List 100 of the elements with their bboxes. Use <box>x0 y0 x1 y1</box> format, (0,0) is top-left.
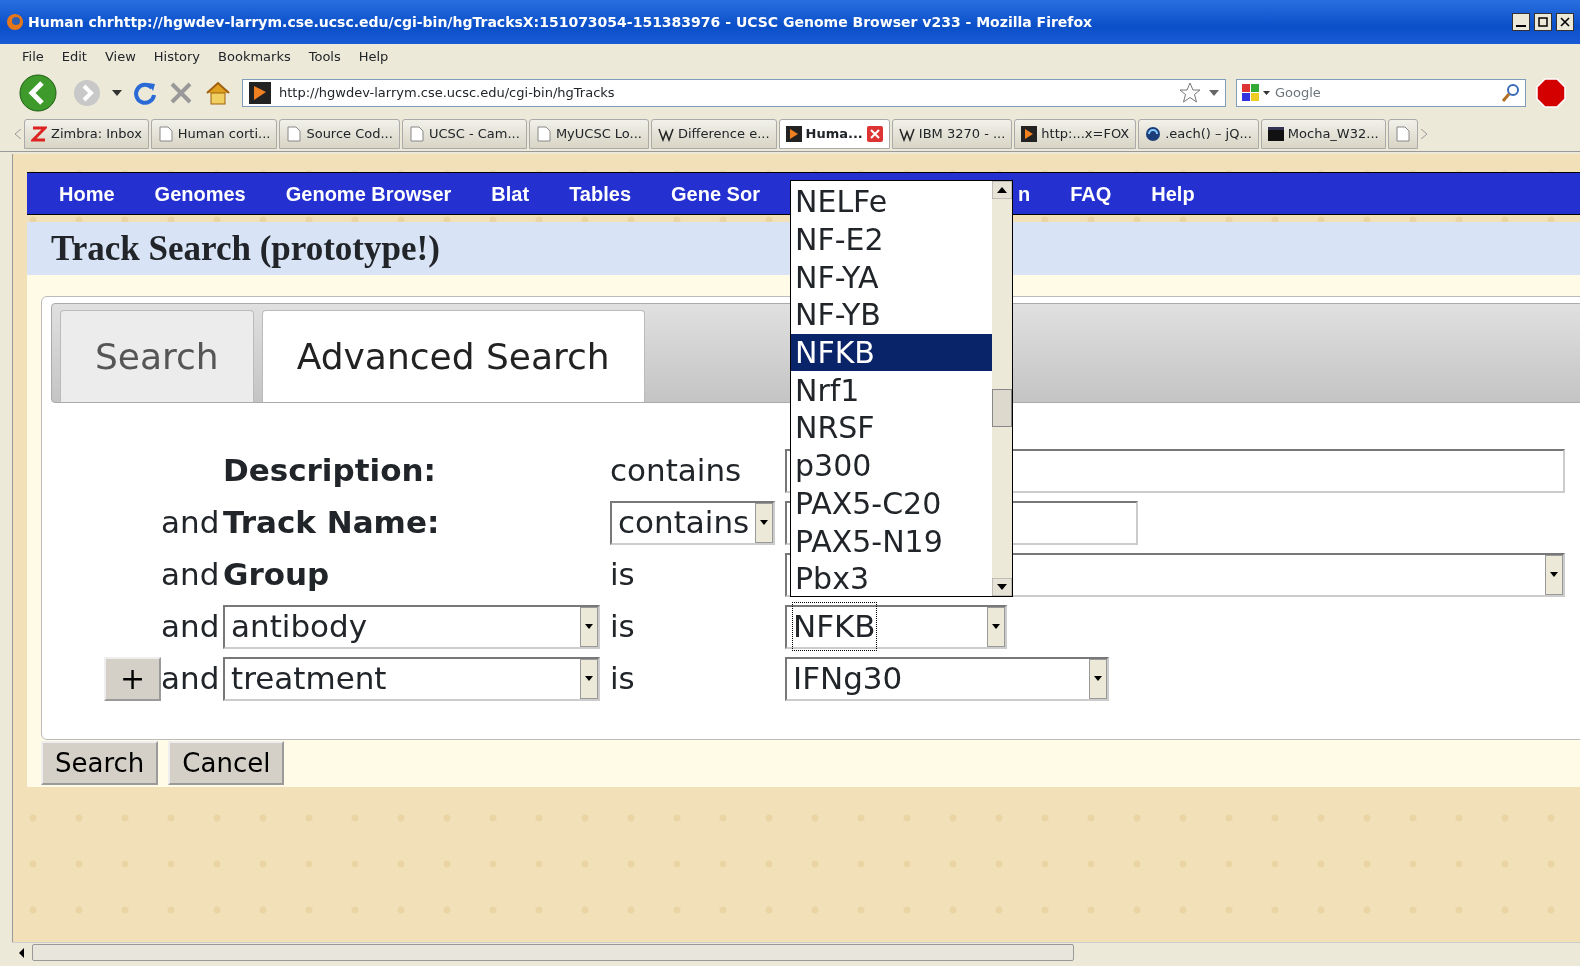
page-icon <box>535 125 552 142</box>
field-label: Description: <box>223 451 436 491</box>
browser-tab[interactable]: IBM 3270 - ... <box>891 118 1013 149</box>
browser-tab[interactable]: Source Cod... <box>279 118 400 149</box>
url-field[interactable]: http://hgwdev-larrym.cse.ucsc.edu/cgi-bin/hgTracks <box>242 79 1226 107</box>
menu-item[interactable]: Edit <box>61 47 87 67</box>
scrollbar-thumb[interactable] <box>32 944 1074 961</box>
nav-link[interactable]: Genomes <box>154 178 246 209</box>
home-icon[interactable] <box>204 80 232 106</box>
scroll-up-icon[interactable] <box>992 181 1012 199</box>
form-button[interactable]: Search <box>41 741 159 785</box>
nav-link[interactable]: Tables <box>569 178 631 209</box>
dropdown-option[interactable]: Nrf1 <box>791 371 992 410</box>
browser-tab[interactable]: http:...x=FOX <box>1014 118 1137 149</box>
nav-link[interactable]: Genome Browser <box>285 178 452 209</box>
dropdown-option[interactable]: PAX5-N19 <box>791 522 992 560</box>
menu-item[interactable]: Tools <box>308 47 341 67</box>
dropdown-option[interactable]: NF-E2 <box>791 220 992 259</box>
dropdown-option[interactable]: NFKB <box>791 333 992 372</box>
value-select[interactable]: NFKB <box>785 604 1007 649</box>
close-button[interactable] <box>1556 13 1574 31</box>
dropdown-option[interactable]: NF-YB <box>791 296 992 334</box>
dropdown-arrow-icon <box>1550 572 1558 577</box>
form-button[interactable]: Cancel <box>168 741 285 785</box>
swirl-icon <box>1145 125 1162 142</box>
firefox-icon <box>6 13 24 31</box>
field-label: Track Name: <box>223 503 440 543</box>
field-label: Group <box>223 555 330 595</box>
nav-link[interactable]: FAQ <box>1070 178 1112 209</box>
menu-item[interactable]: Help <box>358 47 389 67</box>
dropdown-arrow-icon[interactable] <box>1209 90 1219 96</box>
star-icon[interactable] <box>1179 82 1201 104</box>
dropdown-option[interactable]: NF-YA <box>791 258 992 297</box>
minimize-button[interactable] <box>1512 13 1530 31</box>
dropdown-arrow-icon <box>992 624 1000 629</box>
reload-icon[interactable] <box>132 80 158 106</box>
add-button[interactable]: + <box>104 656 161 701</box>
scrollbar[interactable] <box>992 181 1012 596</box>
scroll-down-icon[interactable] <box>992 578 1012 596</box>
browser-tab[interactable]: Mocha_W32... <box>1260 118 1386 149</box>
search-field[interactable]: Google <box>1236 79 1526 107</box>
tab[interactable]: Advanced Search <box>261 310 645 402</box>
browser-tab[interactable]: .each() – jQ... <box>1138 118 1259 149</box>
page-icon <box>408 125 425 142</box>
search-icon[interactable] <box>1501 83 1521 103</box>
menu-item[interactable]: Bookmarks <box>218 47 291 67</box>
scrollbar-thumb[interactable] <box>992 389 1012 427</box>
site-logo-icon <box>249 82 271 104</box>
and-label: and <box>161 659 220 699</box>
page-title: Track Search (prototype!) <box>51 227 440 270</box>
operator-label: is <box>610 555 635 595</box>
field-select[interactable]: antibody <box>223 604 600 649</box>
nav-link[interactable]: n <box>1017 178 1031 209</box>
browser-tab[interactable]: Difference e... <box>651 118 777 149</box>
maximize-icon <box>1538 17 1548 27</box>
stop-sign-icon[interactable] <box>1536 78 1566 108</box>
horizontal-scrollbar[interactable] <box>12 942 1580 962</box>
search-engine-icon <box>1241 83 1271 103</box>
browser-tab[interactable]: UCSC - Cam... <box>401 118 527 149</box>
tab[interactable]: Search <box>60 310 254 402</box>
dropdown-arrow-icon[interactable] <box>112 90 122 96</box>
operator-label: is <box>610 607 635 647</box>
and-label: and <box>161 607 220 647</box>
close-icon[interactable] <box>866 125 883 142</box>
dropdown-arrow-icon <box>585 624 593 629</box>
and-label: and <box>161 503 220 543</box>
close-icon <box>1560 17 1570 27</box>
window-title: Human chrhttp://hgwdev-larrym.cse.ucsc.edu/cgi-bin/hgTracksX:151073054-151383976 - UCSC Genome Browser v233 - Mozilla Firefox <box>28 12 1094 32</box>
browser-tab[interactable]: Human corti... <box>150 118 278 149</box>
browser-tab[interactable]: Huma... <box>778 118 890 149</box>
site-logo-icon <box>1021 125 1038 142</box>
and-label: and <box>161 555 220 595</box>
operator-select[interactable]: contains <box>610 500 775 545</box>
operator-label: contains <box>610 451 742 491</box>
letter-z-icon <box>31 125 47 142</box>
terminal-icon <box>1267 125 1284 142</box>
dropdown-option[interactable]: Pbx3 <box>791 559 992 598</box>
dropdown-arrow-icon <box>1094 676 1102 681</box>
page-icon <box>1394 125 1411 142</box>
menu-item[interactable]: File <box>22 47 44 67</box>
dropdown-arrow-icon <box>585 676 593 681</box>
minimize-icon <box>1516 25 1526 27</box>
dropdown-option[interactable]: PAX5-C20 <box>791 484 992 523</box>
browser-tab[interactable]: MyUCSC Lo... <box>528 118 649 149</box>
field-select[interactable]: treatment <box>223 656 600 701</box>
value-select[interactable]: IFNg30 <box>785 656 1109 701</box>
menu-item[interactable]: View <box>104 47 136 67</box>
nav-link[interactable]: Gene Sor <box>671 178 760 209</box>
stop-icon[interactable] <box>168 80 194 106</box>
nav-link[interactable]: Help <box>1151 178 1195 209</box>
nav-link[interactable]: Home <box>59 178 115 209</box>
nav-link[interactable]: Blat <box>491 178 530 209</box>
maximize-button[interactable] <box>1534 13 1552 31</box>
dropdown-option[interactable]: p300 <box>791 446 992 485</box>
site-logo-icon <box>785 125 802 142</box>
browser-tab[interactable]: Zimbra: Inbox <box>24 118 149 149</box>
dropdown-option[interactable]: NELFe <box>791 183 992 221</box>
page-icon <box>286 125 303 142</box>
dropdown-option[interactable]: NRSF <box>791 409 992 447</box>
menu-item[interactable]: History <box>153 47 201 67</box>
